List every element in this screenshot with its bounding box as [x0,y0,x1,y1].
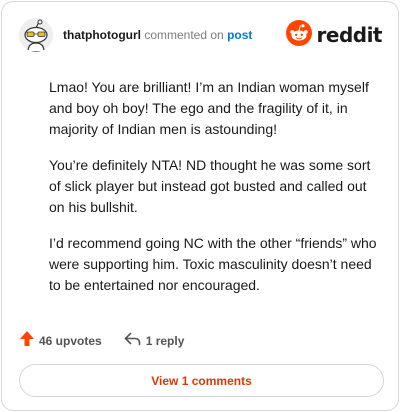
username-link[interactable]: thatphotogurl [63,28,141,42]
reply-arrow-icon [124,332,141,351]
post-link[interactable]: post [227,28,252,42]
comment-paragraph-1: Lmao! You are brilliant! I’m an Indian w… [49,79,369,137]
comment-card: thatphotogurl commented on post reddit L… [1,1,399,411]
reddit-wordmark: reddit [316,23,383,47]
byline-action-text: commented on [144,28,224,42]
upvote-button[interactable]: 46 upvotes [19,330,102,352]
comment-body: Lmao! You are brilliant! I’m an Indian w… [49,77,379,311]
comment-paragraph-2: You’re definitely NTA! ND thought he was… [49,157,371,215]
reddit-logo[interactable]: reddit [285,19,383,51]
reddit-snoo-icon [285,19,312,51]
comment-paragraph-3: I’d recommend going NC with the other “f… [49,235,377,293]
reply-count: 1 reply [145,334,185,348]
comment-actions: 46 upvotes 1 reply [19,330,184,352]
upvote-count: 46 upvotes [39,334,102,348]
reply-button[interactable]: 1 reply [124,332,185,351]
snoo-avatar-icon[interactable] [19,18,53,52]
view-comments-button[interactable]: View 1 comments [19,364,384,397]
upvote-arrow-icon [19,330,35,352]
comment-byline: thatphotogurl commented on post [63,28,252,42]
comment-header: thatphotogurl commented on post reddit [19,16,383,54]
